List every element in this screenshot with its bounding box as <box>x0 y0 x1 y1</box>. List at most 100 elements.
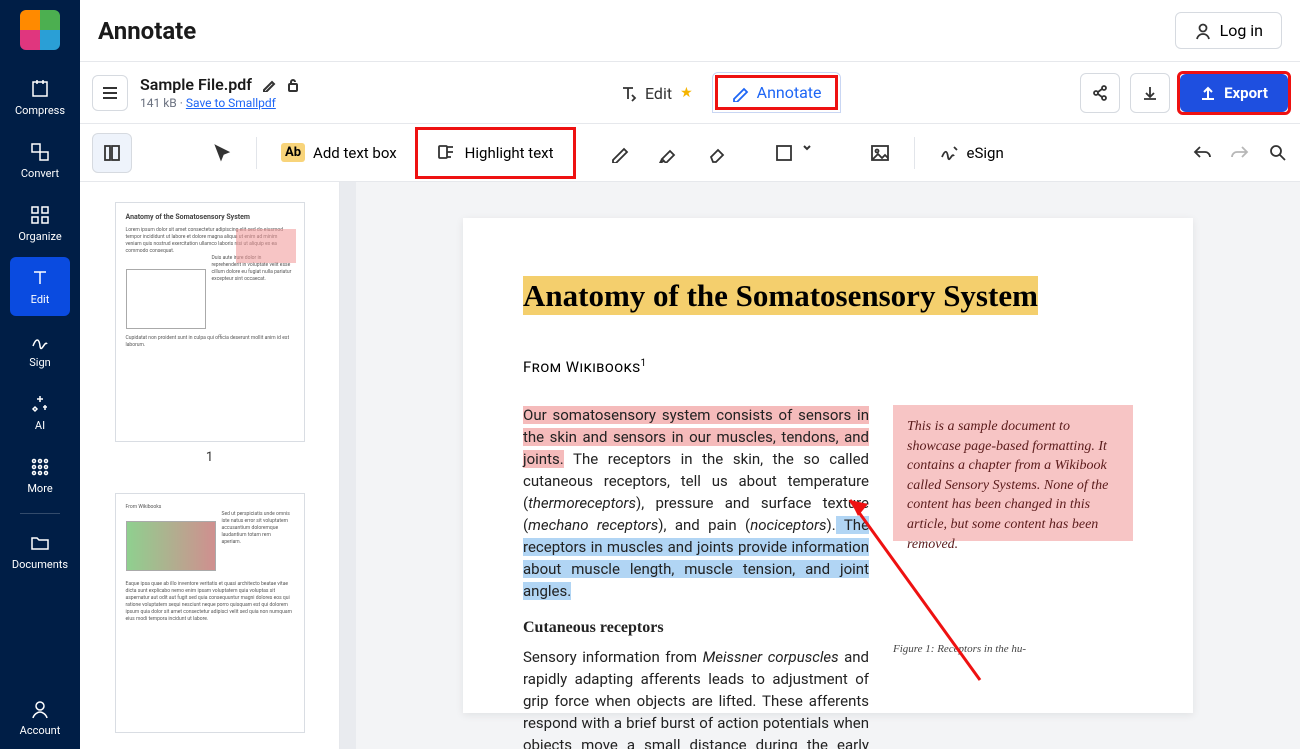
body-text: ), and pain ( <box>658 516 750 534</box>
body-text: Sensory information from <box>523 648 703 666</box>
pencil-icon <box>731 84 749 102</box>
lock-open-icon[interactable] <box>286 78 300 92</box>
nav-documents[interactable]: Documents <box>10 522 70 581</box>
add-text-label: Add text box <box>313 144 397 162</box>
nav-label: Convert <box>21 167 59 180</box>
nav-label: Organize <box>18 230 61 243</box>
select-tool[interactable] <box>200 135 244 171</box>
columns-icon <box>103 144 121 162</box>
esign-label: eSign <box>967 144 1004 162</box>
login-label: Log in <box>1220 21 1263 40</box>
side-note-box: This is a sample document to showcase pa… <box>893 405 1133 541</box>
header-right-tools: Export <box>1080 73 1288 113</box>
upload-icon <box>1200 85 1216 101</box>
mode-edit-tab[interactable]: Edit ★ <box>600 72 712 113</box>
eraser-tool[interactable] <box>694 135 738 171</box>
nav-compress[interactable]: Compress <box>10 68 70 127</box>
thumb-figure <box>126 269 206 329</box>
toolbar-history <box>1192 143 1288 163</box>
scrollbar[interactable] <box>340 182 356 749</box>
hamburger-button[interactable] <box>92 75 128 111</box>
page-title: Annotate <box>98 17 196 45</box>
share-icon <box>1091 84 1109 102</box>
convert-icon <box>29 141 51 163</box>
thumbnail-view-button[interactable] <box>92 133 132 173</box>
term: Meissner corpuscles <box>703 648 839 666</box>
thumbnail-pane[interactable]: Anatomy of the Somatosensory System Lore… <box>80 182 340 749</box>
grid-icon <box>29 456 51 478</box>
search-icon[interactable] <box>1268 143 1288 163</box>
term: nociceptors <box>750 516 826 534</box>
mode-edit-label: Edit <box>645 84 672 103</box>
thumb-text: Cupidatat non proident sunt in culpa qui… <box>126 335 294 349</box>
nav-label: More <box>27 482 52 495</box>
export-button[interactable]: Export <box>1180 74 1288 112</box>
highlight-text-tool[interactable]: Highlight text <box>425 135 566 171</box>
download-icon <box>1141 84 1159 102</box>
left-sidebar: Compress Convert Organize Edit Sign AI M… <box>0 0 80 749</box>
nav-label: AI <box>35 419 45 432</box>
body-column: Our somatosensory system consists of sen… <box>523 405 869 749</box>
file-size: 141 kB <box>140 96 177 110</box>
menu-icon <box>101 84 119 102</box>
undo-icon[interactable] <box>1192 143 1212 163</box>
text-box-icon: Ab <box>281 143 305 162</box>
page-thumbnail-1[interactable]: Anatomy of the Somatosensory System Lore… <box>115 202 305 442</box>
signature-icon <box>939 143 959 163</box>
mode-annotate-tab[interactable]: Annotate <box>712 72 841 113</box>
page-number-1: 1 <box>104 450 315 465</box>
nav-label: Compress <box>15 104 65 117</box>
draw-pencil-tool[interactable] <box>598 135 642 171</box>
term: thermoreceptors <box>528 494 636 512</box>
page-thumbnail-2[interactable]: From Wikibooks Sed ut perspiciatis unde … <box>115 493 305 733</box>
nav-ai[interactable]: AI <box>10 383 70 442</box>
nav-sign[interactable]: Sign <box>10 320 70 379</box>
top-header: Annotate Log in <box>80 0 1300 62</box>
share-button[interactable] <box>1080 73 1120 113</box>
highlight-label: Highlight text <box>465 144 554 162</box>
add-text-tool[interactable]: Ab Add text box <box>269 135 409 170</box>
highlighter-pen-tool[interactable] <box>646 135 690 171</box>
esign-tool[interactable]: eSign <box>927 135 1016 171</box>
sign-icon <box>29 330 51 352</box>
nav-edit[interactable]: Edit <box>10 257 70 316</box>
thumb-text: Duis aute irure dolor in reprehenderit i… <box>212 255 292 335</box>
shape-tool[interactable] <box>762 135 834 171</box>
thumb-text: Eaque ipsa quae ab illo inventore verita… <box>126 581 294 623</box>
square-icon <box>774 143 794 163</box>
nav-label: Account <box>20 724 61 737</box>
figure-caption: Figure 1: Receptors in the hu- <box>893 643 1133 655</box>
nav-account[interactable]: Account <box>10 688 70 747</box>
nav-separator <box>20 513 60 514</box>
from-label: From Wikibooks <box>523 358 641 376</box>
thumb-figure <box>126 521 216 571</box>
compress-icon <box>29 78 51 100</box>
star-icon: ★ <box>680 85 693 101</box>
user-icon <box>29 698 51 720</box>
document-source: From Wikibooks1 <box>523 358 1133 377</box>
document-canvas[interactable]: Anatomy of the Somatosensory System From… <box>356 182 1300 749</box>
organize-icon <box>29 204 51 226</box>
login-button[interactable]: Log in <box>1175 12 1282 49</box>
term: mechano receptors <box>528 516 658 534</box>
nav-organize[interactable]: Organize <box>10 194 70 253</box>
nav-convert[interactable]: Convert <box>10 131 70 190</box>
redo-icon[interactable] <box>1230 143 1250 163</box>
save-link[interactable]: Save to Smallpdf <box>186 96 276 110</box>
nav-more[interactable]: More <box>10 446 70 505</box>
mode-tabs: Edit ★ Annotate <box>600 72 841 113</box>
highlight-icon <box>437 143 457 163</box>
image-tool[interactable] <box>858 135 902 171</box>
nav-label: Sign <box>29 356 50 369</box>
pencil-icon[interactable] <box>262 78 276 92</box>
chevron-down-icon <box>802 143 822 163</box>
separator <box>914 137 915 169</box>
pdf-page: Anatomy of the Somatosensory System From… <box>463 218 1193 713</box>
workspace: Anatomy of the Somatosensory System Lore… <box>80 182 1300 749</box>
text-edit-icon <box>619 84 637 102</box>
thumb-text: Sed ut perspiciatis unde omnis iste natu… <box>222 511 292 581</box>
smallpdf-logo[interactable] <box>20 10 60 50</box>
eraser-icon <box>706 143 726 163</box>
download-button[interactable] <box>1130 73 1170 113</box>
image-icon <box>870 143 890 163</box>
